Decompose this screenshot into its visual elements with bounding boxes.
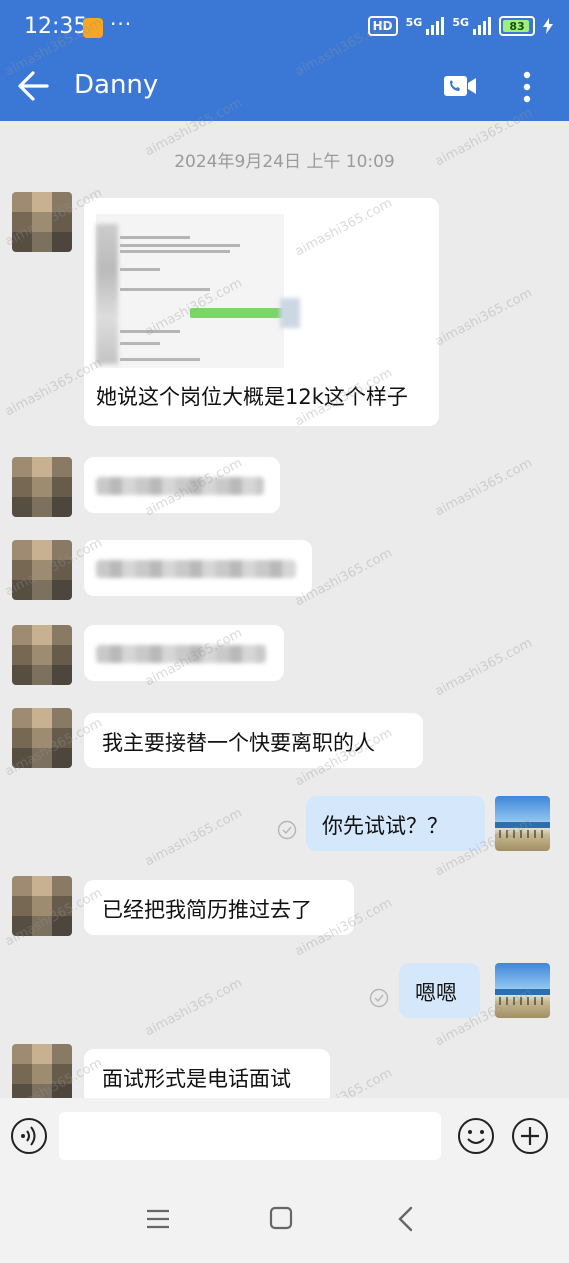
- signal-icon-2: [473, 17, 491, 35]
- system-navigation-bar: [0, 1178, 569, 1263]
- contact-avatar[interactable]: [12, 192, 72, 252]
- message-input-bar: [0, 1098, 569, 1178]
- more-notifications-indicator: ···: [110, 12, 133, 36]
- contact-avatar[interactable]: [12, 540, 72, 600]
- my-message-bubble[interactable]: 你先试试？？: [306, 796, 485, 851]
- message-text: 她说这个岗位大概是12k这个样子: [96, 385, 408, 409]
- message-bubble-blurred[interactable]: [84, 625, 284, 681]
- watermark: aimashi365.com: [432, 635, 535, 700]
- system-back-icon[interactable]: [396, 1206, 414, 1232]
- message-input[interactable]: [59, 1112, 441, 1160]
- message-text: 我主要接替一个快要离职的人: [102, 731, 375, 755]
- chat-title: Danny: [74, 70, 159, 100]
- message-bubble[interactable]: 我主要接替一个快要离职的人: [84, 713, 423, 768]
- watermark: aimashi365.com: [142, 805, 245, 870]
- shared-screenshot-image[interactable]: [96, 214, 288, 368]
- app-bar: 12:35 ··· HD 5G 5G 83 Danny: [0, 0, 569, 121]
- home-icon[interactable]: [269, 1206, 293, 1230]
- read-receipt-icon: [277, 820, 297, 840]
- message-text: 已经把我简历推过去了: [102, 898, 312, 922]
- charging-icon: [543, 18, 553, 34]
- contact-avatar[interactable]: [12, 457, 72, 517]
- network-type-1: 5G: [405, 16, 423, 29]
- signal-icon: [426, 17, 445, 35]
- add-attachment-icon[interactable]: [511, 1117, 549, 1155]
- watermark: aimashi365.com: [142, 975, 245, 1040]
- back-arrow-icon[interactable]: [17, 68, 49, 104]
- battery-icon: 83: [499, 16, 535, 36]
- message-text: 你先试试？？: [322, 814, 448, 838]
- battery-level: 83: [509, 19, 525, 33]
- video-call-icon[interactable]: [443, 74, 477, 98]
- emoji-icon[interactable]: [457, 1117, 495, 1155]
- my-message-bubble[interactable]: 嗯嗯: [399, 963, 480, 1018]
- message-text: 面试形式是电话面试: [102, 1067, 291, 1091]
- contact-avatar[interactable]: [12, 1044, 72, 1104]
- more-options-icon[interactable]: [521, 70, 533, 104]
- my-avatar[interactable]: [495, 963, 550, 1018]
- watermark: aimashi365.com: [432, 455, 535, 520]
- hd-voice-badge: HD: [367, 16, 398, 36]
- my-avatar[interactable]: [495, 796, 550, 851]
- notification-app-icon: [83, 18, 103, 38]
- read-receipt-icon: [369, 988, 389, 1008]
- watermark: aimashi365.com: [432, 285, 535, 350]
- message-text: 嗯嗯: [415, 981, 457, 1005]
- network-type-2: 5G: [452, 16, 469, 29]
- recent-apps-icon[interactable]: [146, 1208, 170, 1230]
- message-bubble-blurred[interactable]: [84, 457, 280, 513]
- message-bubble[interactable]: 面试形式是电话面试: [84, 1049, 330, 1104]
- message-bubble-image-text[interactable]: 她说这个岗位大概是12k这个样子: [84, 198, 439, 426]
- status-time: 12:35: [24, 14, 88, 39]
- message-bubble-blurred[interactable]: [84, 540, 312, 596]
- blurred-avatar-thumb: [280, 298, 300, 328]
- date-timestamp: 2024年9月24日 上午 10:09: [174, 152, 395, 172]
- voice-input-icon[interactable]: [10, 1117, 48, 1155]
- contact-avatar[interactable]: [12, 625, 72, 685]
- contact-avatar[interactable]: [12, 708, 72, 768]
- contact-avatar[interactable]: [12, 876, 72, 936]
- message-bubble[interactable]: 已经把我简历推过去了: [84, 880, 354, 935]
- status-icons: HD 5G 5G 83: [367, 16, 553, 36]
